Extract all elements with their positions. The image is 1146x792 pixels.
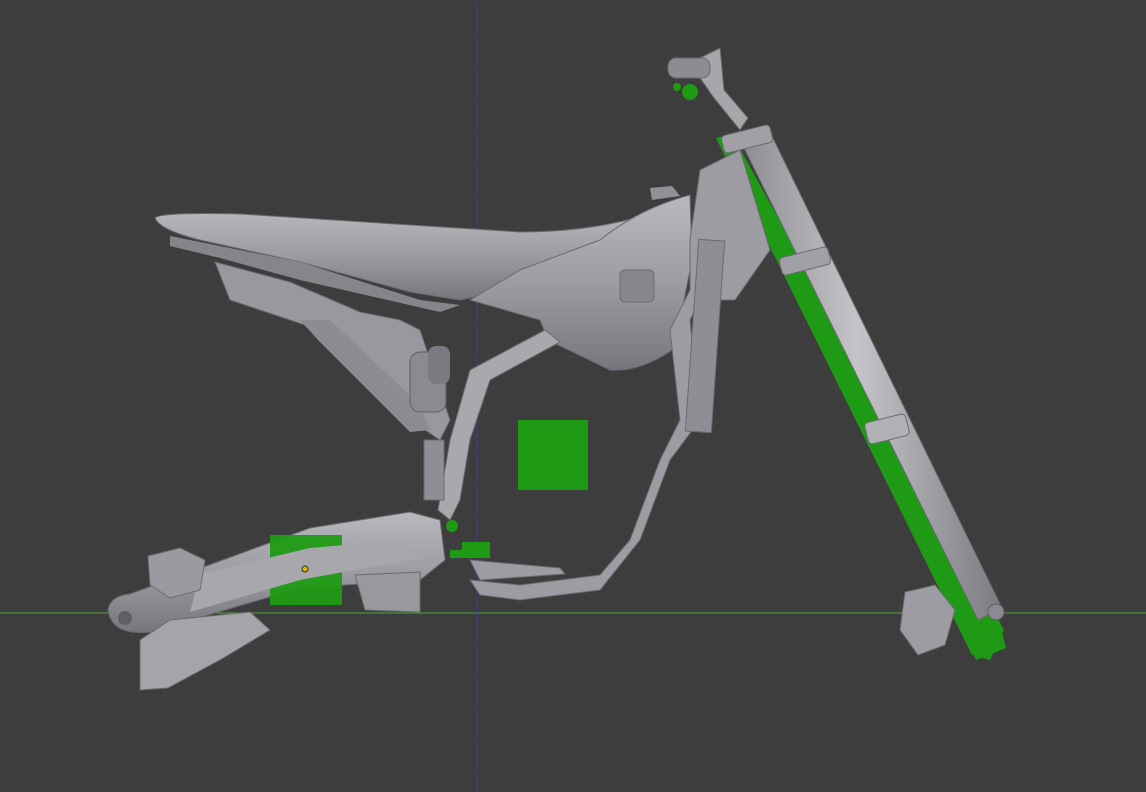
- shock-spring: [423, 439, 445, 501]
- selected-helper-tiny[interactable]: [450, 550, 462, 558]
- 3d-viewport[interactable]: [0, 0, 1146, 792]
- rear-linkage[interactable]: [354, 571, 421, 613]
- handlebar-selected-marker[interactable]: [682, 84, 698, 100]
- empty-handle-icon[interactable]: [518, 420, 588, 490]
- handlebar-grip[interactable]: [667, 57, 711, 79]
- viewport-canvas[interactable]: [0, 0, 1146, 792]
- selected-pivot[interactable]: [446, 520, 458, 532]
- handlebar-selected-marker-small[interactable]: [673, 83, 681, 91]
- origin-point-icon: [301, 565, 309, 573]
- rear-shock-reservoir: [428, 346, 450, 384]
- rear-axle: [118, 611, 132, 625]
- tank-vent-slot: [619, 269, 655, 303]
- selected-helper-small[interactable]: [462, 542, 490, 558]
- front-axle: [987, 603, 1005, 621]
